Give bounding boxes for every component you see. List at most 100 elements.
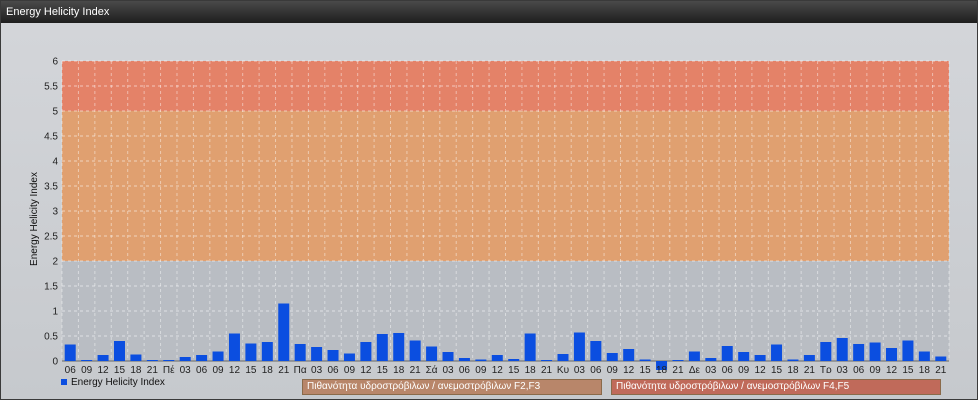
- bar: [557, 354, 569, 361]
- x-tick-label: 18: [262, 365, 274, 373]
- bar: [261, 342, 273, 361]
- x-tick-label: 15: [377, 365, 389, 373]
- bar: [803, 355, 815, 361]
- x-tick-label: 18: [525, 365, 537, 373]
- x-tick-label: Κυ: [557, 365, 569, 373]
- bar: [688, 351, 700, 361]
- bar: [787, 359, 799, 361]
- x-tick-label: Πέ: [163, 364, 175, 373]
- y-tick-label: 4.5: [44, 132, 58, 143]
- bar: [475, 359, 487, 361]
- x-tick-label: 03: [311, 365, 323, 373]
- bar: [672, 360, 684, 361]
- x-tick-label: 21: [541, 365, 553, 373]
- x-tick-label: 18: [787, 365, 799, 373]
- x-tick-label: 18: [656, 365, 668, 373]
- bar: [163, 360, 175, 361]
- bar: [146, 360, 158, 361]
- x-tick-label: 06: [722, 365, 734, 373]
- x-tick-label: 18: [919, 365, 931, 373]
- bar: [97, 355, 109, 361]
- bar: [738, 352, 750, 361]
- x-tick-label: 21: [935, 365, 947, 373]
- x-tick-label: 21: [410, 365, 422, 373]
- bar: [573, 332, 585, 361]
- bar: [935, 356, 947, 361]
- bar: [376, 334, 388, 361]
- x-tick-label: 21: [147, 365, 159, 373]
- x-tick-label: 12: [98, 365, 110, 373]
- bar: [409, 340, 421, 361]
- x-tick-label: 03: [574, 365, 586, 373]
- y-tick-label: 4: [52, 157, 58, 168]
- bar: [64, 344, 76, 361]
- bar: [902, 340, 914, 361]
- bar: [458, 358, 470, 361]
- bar: [212, 351, 224, 361]
- window-title: Energy Helicity Index: [6, 6, 110, 18]
- bar: [754, 355, 766, 361]
- x-tick-label: 06: [327, 365, 339, 373]
- zone-f2f3-legend-label: Πιθανότητα υδροστρόβιλων / ανεμοστρόβιλω…: [307, 381, 541, 392]
- bar: [442, 352, 454, 361]
- x-tick-label: 21: [672, 365, 684, 373]
- x-tick-label: 18: [393, 365, 405, 373]
- bar: [721, 346, 733, 361]
- y-tick-label: 2.5: [44, 232, 58, 243]
- bar: [541, 360, 553, 361]
- ehi-bar-chart: 0 0.5 1 1.5 2 2.5 3 3.5 4 4.5 5 5.5 6 06 09 12 15 18 21 Πέ…: [29, 57, 950, 373]
- series-legend[interactable]: Energy Helicity Index: [61, 377, 165, 391]
- x-tick-label: 15: [640, 365, 652, 373]
- x-tick-label: 03: [442, 365, 454, 373]
- bar: [294, 344, 306, 361]
- y-tick-label: 3: [52, 207, 58, 218]
- x-tick-label: 09: [738, 365, 750, 373]
- x-tick-label: 09: [344, 365, 356, 373]
- x-tick-label: 12: [492, 365, 504, 373]
- bar: [245, 343, 257, 361]
- x-tick-label: 09: [607, 365, 619, 373]
- y-tick-label: 0.5: [44, 332, 58, 343]
- x-tick-label: 09: [81, 365, 93, 373]
- x-tick-label: 12: [886, 365, 898, 373]
- y-tick-label: 3.5: [44, 182, 58, 193]
- bar: [491, 355, 503, 361]
- x-tick-label: 09: [475, 365, 487, 373]
- bar: [705, 358, 717, 361]
- zone-f2f3-legend[interactable]: Πιθανότητα υδροστρόβιλων / ανεμοστρόβιλω…: [302, 379, 602, 395]
- x-tick-label: 21: [278, 365, 290, 373]
- x-tick-label: 15: [508, 365, 520, 373]
- zone-f4f5-legend[interactable]: Πιθανότητα υδροστρόβιλων / ανεμοστρόβιλω…: [611, 379, 941, 395]
- x-tick-label: Πα: [294, 365, 307, 373]
- x-axis-ticks: 06 09 12 15 18 21 Πέ 03 06 09 12 15 18 21 Πα 03 06 09 12 15…: [65, 364, 947, 373]
- bar: [639, 359, 651, 361]
- x-tick-label: 03: [180, 365, 192, 373]
- x-tick-label: 06: [65, 365, 77, 373]
- y-tick-label: 1.5: [44, 282, 58, 293]
- y-tick-label: 1: [52, 307, 58, 318]
- title-bar: Energy Helicity Index: [1, 1, 977, 23]
- x-tick-label: 09: [870, 365, 882, 373]
- chart-window: Energy Helicity Index 0 0.5 1 1.5 2 2.5 3 3.5 4 4…: [0, 0, 978, 400]
- bar: [918, 351, 930, 361]
- bar: [623, 349, 635, 361]
- x-tick-label: 21: [804, 365, 816, 373]
- x-tick-label: 03: [837, 365, 849, 373]
- y-tick-label: 5.5: [44, 82, 58, 93]
- bar: [886, 348, 898, 361]
- bar: [311, 347, 323, 361]
- x-tick-label: 12: [623, 365, 635, 373]
- y-tick-label: 5: [52, 107, 58, 118]
- bar: [196, 355, 208, 361]
- x-tick-label: 12: [360, 365, 372, 373]
- zone-f4f5-legend-label: Πιθανότητα υδροστρόβιλων / ανεμοστρόβιλω…: [616, 381, 850, 392]
- x-tick-label: 09: [212, 365, 224, 373]
- bar: [81, 360, 93, 361]
- series-swatch: [61, 379, 67, 385]
- y-tick-label: 2: [52, 257, 58, 268]
- bar: [130, 354, 142, 361]
- bar: [820, 342, 832, 361]
- x-tick-label: 18: [130, 365, 142, 373]
- x-tick-label: 15: [902, 365, 914, 373]
- x-tick-label: 06: [196, 365, 208, 373]
